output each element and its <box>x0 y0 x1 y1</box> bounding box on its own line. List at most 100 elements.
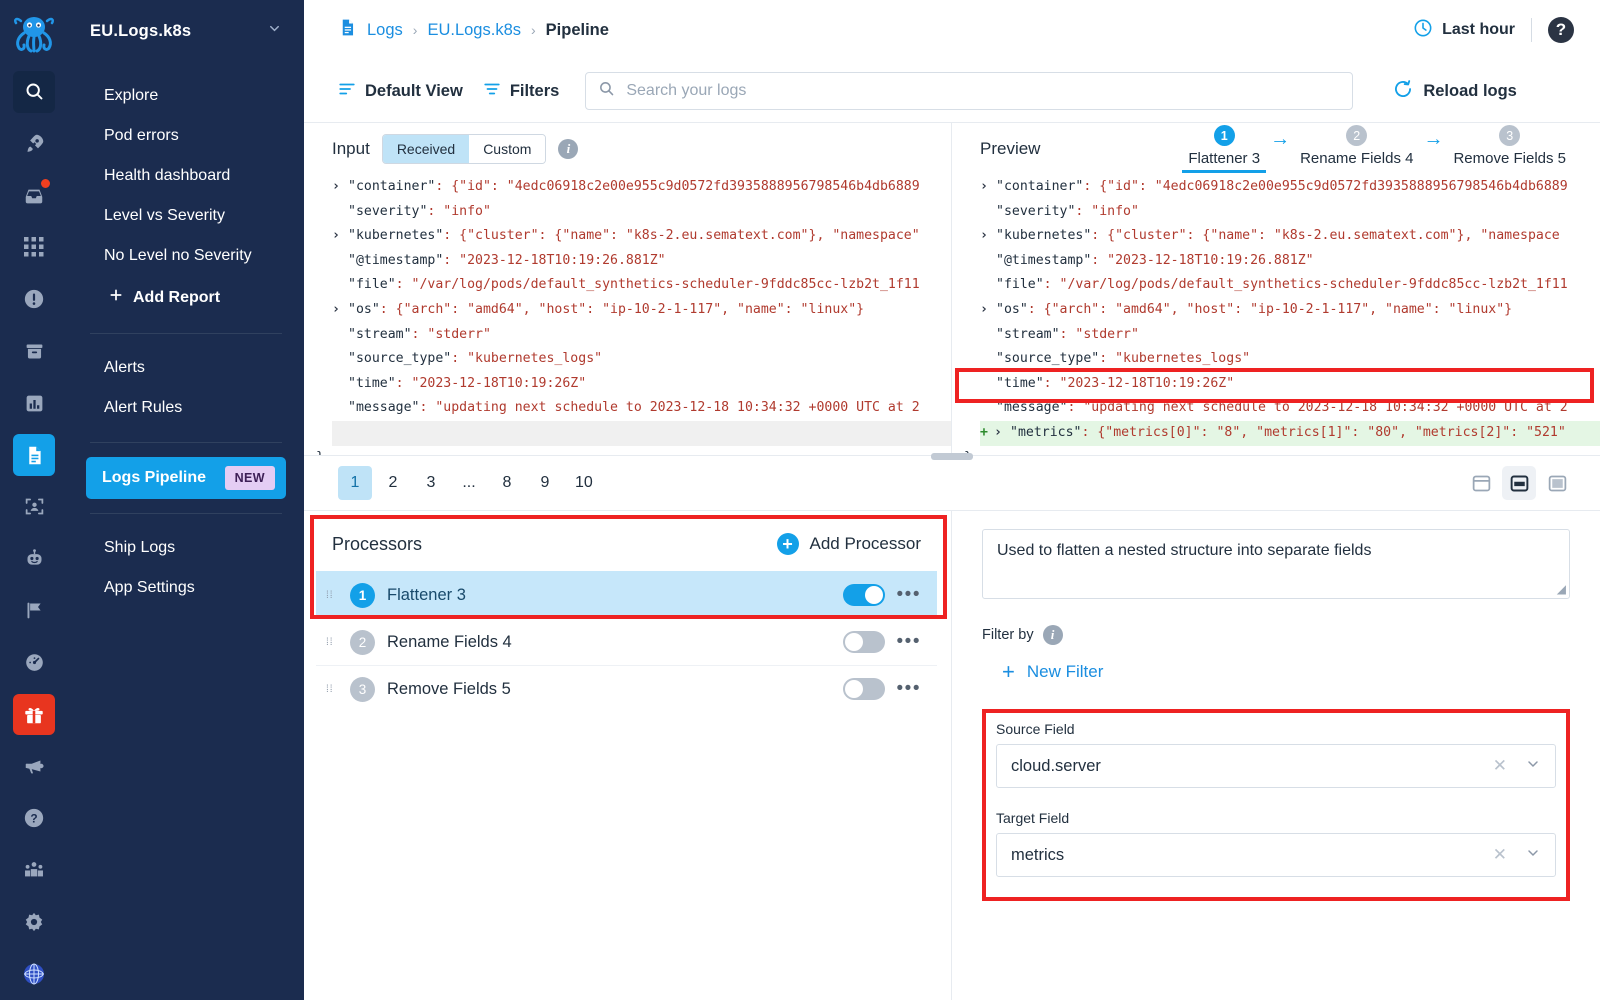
reload-logs-label: Reload logs <box>1423 81 1517 100</box>
breadcrumb-logs[interactable]: Logs <box>367 21 403 40</box>
expand-caret-icon[interactable]: › <box>980 175 996 200</box>
sidebar-item-ship-logs[interactable]: Ship Logs <box>86 528 286 568</box>
processor-row-remove-fields-5[interactable]: ⁞⁞ 3 Remove Fields 5 ••• <box>316 665 937 712</box>
clear-icon[interactable]: ✕ <box>1493 756 1525 776</box>
megaphone-icon[interactable] <box>13 745 55 787</box>
chevron-down-icon[interactable] <box>1525 845 1541 866</box>
drag-grip-icon[interactable]: ⁞⁞ <box>326 590 338 600</box>
gift-icon[interactable] <box>13 693 55 736</box>
chevron-right-icon: › <box>531 22 536 38</box>
sidebar-item-logs-pipeline[interactable]: Logs Pipeline NEW <box>86 457 286 499</box>
people-icon[interactable] <box>13 849 55 891</box>
layout-split-icon[interactable] <box>1502 466 1536 500</box>
target-field-select[interactable]: metrics ✕ <box>996 833 1556 877</box>
inbox-icon[interactable] <box>13 175 55 217</box>
time-range-picker[interactable]: Last hour <box>1413 18 1515 43</box>
drag-grip-icon[interactable]: ⁞⁞ <box>326 684 338 694</box>
alert-icon[interactable] <box>13 278 55 320</box>
page-10[interactable]: 10 <box>566 466 602 500</box>
json-line[interactable]: › "container": {"id": "4edc06918c2e00e955… <box>980 175 1600 200</box>
page-2[interactable]: 2 <box>376 466 410 500</box>
processor-menu-icon[interactable]: ••• <box>897 679 921 698</box>
page-1[interactable]: 1 <box>338 466 372 500</box>
app-switcher[interactable]: EU.Logs.k8s <box>86 0 286 62</box>
json-line: "@timestamp": "2023-12-18T10:19:26.881Z" <box>332 249 951 274</box>
rocket-icon[interactable] <box>13 123 55 165</box>
layout-full-icon[interactable] <box>1540 466 1574 500</box>
search-icon[interactable] <box>13 70 55 113</box>
sidebar-item-health-dashboard[interactable]: Health dashboard <box>86 156 286 196</box>
help-icon[interactable]: ? <box>1548 17 1574 43</box>
grid-icon[interactable] <box>13 227 55 269</box>
add-report-button[interactable]: Add Report <box>86 276 286 319</box>
json-line-added-metrics[interactable]: + › "metrics": {"metrics[0]": "8", "metric… <box>980 420 1600 446</box>
info-icon[interactable]: i <box>558 139 579 159</box>
tab-received[interactable]: Received <box>382 135 470 163</box>
expand-caret-icon[interactable]: › <box>994 421 1010 446</box>
sidebar-item-no-level-no-severity[interactable]: No Level no Severity <box>86 236 286 276</box>
panel-resize-handle[interactable] <box>931 453 973 460</box>
source-field-select[interactable]: cloud.server ✕ <box>996 744 1556 788</box>
page-9[interactable]: 9 <box>528 466 562 500</box>
json-line[interactable]: › "os": {"arch": "amd64", "host": "ip-10-… <box>332 298 951 323</box>
step-rename-fields-4[interactable]: 2 Rename Fields 4 <box>1290 125 1423 173</box>
chevron-down-icon[interactable] <box>267 21 282 41</box>
sidebar-item-level-vs-severity[interactable]: Level vs Severity <box>86 196 286 236</box>
step-flattener-3[interactable]: 1 Flattener 3 <box>1178 125 1270 173</box>
robot-icon[interactable] <box>13 538 55 580</box>
clear-icon[interactable]: ✕ <box>1493 845 1525 865</box>
resize-grip-icon[interactable]: ◢ <box>1557 582 1566 596</box>
search-box[interactable] <box>585 72 1354 110</box>
sidebar-item-alerts[interactable]: Alerts <box>86 348 286 388</box>
expand-caret-icon[interactable]: › <box>980 224 996 249</box>
json-line[interactable]: › "container": {"id": "4edc06918c2e00e955… <box>332 175 951 200</box>
processor-toggle[interactable] <box>842 631 885 653</box>
search-input[interactable] <box>626 82 1341 100</box>
json-line[interactable]: › "kubernetes": {"cluster": {"name": "k8s… <box>980 224 1600 249</box>
gear-icon[interactable] <box>13 901 55 943</box>
drag-grip-icon[interactable]: ⁞⁞ <box>326 637 338 647</box>
expand-caret-icon[interactable]: › <box>332 298 348 323</box>
globe-icon[interactable] <box>13 953 55 995</box>
tab-custom[interactable]: Custom <box>469 135 546 163</box>
page-3[interactable]: 3 <box>414 466 448 500</box>
logs-document-icon[interactable] <box>13 434 55 476</box>
processor-toggle[interactable] <box>842 678 885 700</box>
add-processor-button[interactable]: + Add Processor <box>776 533 921 555</box>
processor-row-rename-fields-4[interactable]: ⁞⁞ 2 Rename Fields 4 ••• <box>316 618 937 665</box>
json-key: "source_type" <box>348 351 452 367</box>
page-8[interactable]: 8 <box>490 466 524 500</box>
expand-caret-icon[interactable]: › <box>332 175 348 200</box>
default-view-button[interactable]: Default View <box>338 80 463 103</box>
expand-caret-icon[interactable]: › <box>980 298 996 323</box>
processor-row-flattener-3[interactable]: ⁞⁞ 1 Flattener 3 ••• <box>316 571 937 618</box>
flag-icon[interactable] <box>13 590 55 632</box>
info-icon[interactable]: i <box>1042 625 1063 645</box>
sidebar-item-explore[interactable]: Explore <box>86 76 286 116</box>
processor-description[interactable]: Used to flatten a nested structure into … <box>982 529 1570 599</box>
bar-chart-icon[interactable] <box>13 382 55 424</box>
sidebar-item-pod-errors[interactable]: Pod errors <box>86 116 286 156</box>
expand-caret-icon[interactable]: › <box>332 224 348 249</box>
step-label: Flattener 3 <box>1188 150 1261 167</box>
sidebar-item-app-settings[interactable]: App Settings <box>86 568 286 608</box>
profile-scan-icon[interactable] <box>13 486 55 528</box>
processor-toggle[interactable] <box>842 584 885 606</box>
layout-top-icon[interactable] <box>1464 466 1498 500</box>
new-filter-button[interactable]: + New Filter <box>982 661 1570 683</box>
octopus-logo[interactable] <box>8 8 60 60</box>
processor-menu-icon[interactable]: ••• <box>897 632 921 651</box>
archive-icon[interactable] <box>13 330 55 372</box>
speedometer-icon[interactable] <box>13 642 55 684</box>
step-remove-fields-5[interactable]: 3 Remove Fields 5 <box>1443 125 1576 173</box>
processor-menu-icon[interactable]: ••• <box>897 585 921 604</box>
help-icon[interactable]: ? <box>13 797 55 839</box>
json-value: : "info" <box>427 203 491 219</box>
chevron-down-icon[interactable] <box>1525 756 1541 777</box>
filters-button[interactable]: Filters <box>483 80 559 103</box>
json-line[interactable]: › "kubernetes": {"cluster": {"name": "k8s… <box>332 224 951 249</box>
reload-logs-button[interactable]: Reload logs <box>1393 79 1517 104</box>
sidebar-item-alert-rules[interactable]: Alert Rules <box>86 388 286 428</box>
breadcrumb-app[interactable]: EU.Logs.k8s <box>427 21 521 40</box>
json-line[interactable]: › "os": {"arch": "amd64", "host": "ip-10-… <box>980 298 1600 323</box>
